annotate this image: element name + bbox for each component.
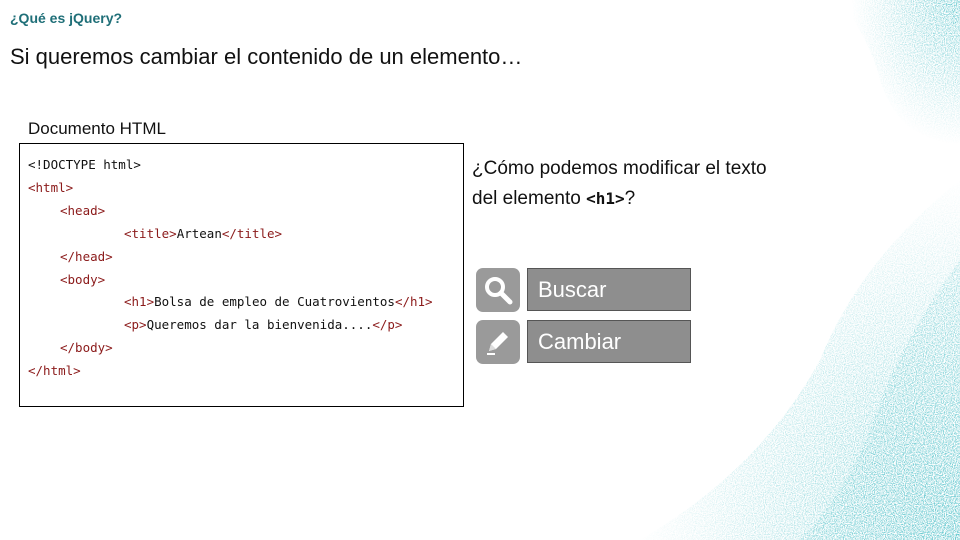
magnifier-icon[interactable]	[476, 268, 520, 312]
code-line: <!DOCTYPE html>	[28, 157, 141, 172]
question-line-1: ¿Cómo podemos modificar el texto	[472, 158, 767, 179]
document-label: Documento HTML	[28, 119, 166, 138]
code-line: </html>	[28, 363, 81, 378]
code-line: <body>	[60, 272, 106, 287]
pencil-icon[interactable]	[476, 320, 520, 364]
code-line: </head>	[60, 249, 113, 264]
html-code-box: <!DOCTYPE html> <html> <head> <title>Art…	[19, 143, 464, 407]
slide-kicker: ¿Qué es jQuery?	[10, 10, 123, 26]
code-line: </body>	[60, 340, 113, 355]
code-line: <title>Artean</title>	[124, 226, 283, 241]
change-button[interactable]: Cambiar	[527, 320, 691, 363]
code-line-h1: <h1>Bolsa de empleo de Cuatrovientos</h1…	[124, 294, 433, 309]
code-line: <html>	[28, 180, 74, 195]
slide-headline: Si queremos cambiar el contenido de un e…	[10, 44, 523, 69]
code-line: <head>	[60, 203, 106, 218]
question-text: ¿Cómo podemos modificar el texto del ele…	[472, 154, 832, 214]
h1-code: <h1>	[586, 189, 625, 208]
question-line-2: del elemento <h1>?	[472, 188, 636, 209]
code-line: <p>Queremos dar la bienvenida....</p>	[124, 317, 403, 332]
search-button[interactable]: Buscar	[527, 268, 691, 311]
